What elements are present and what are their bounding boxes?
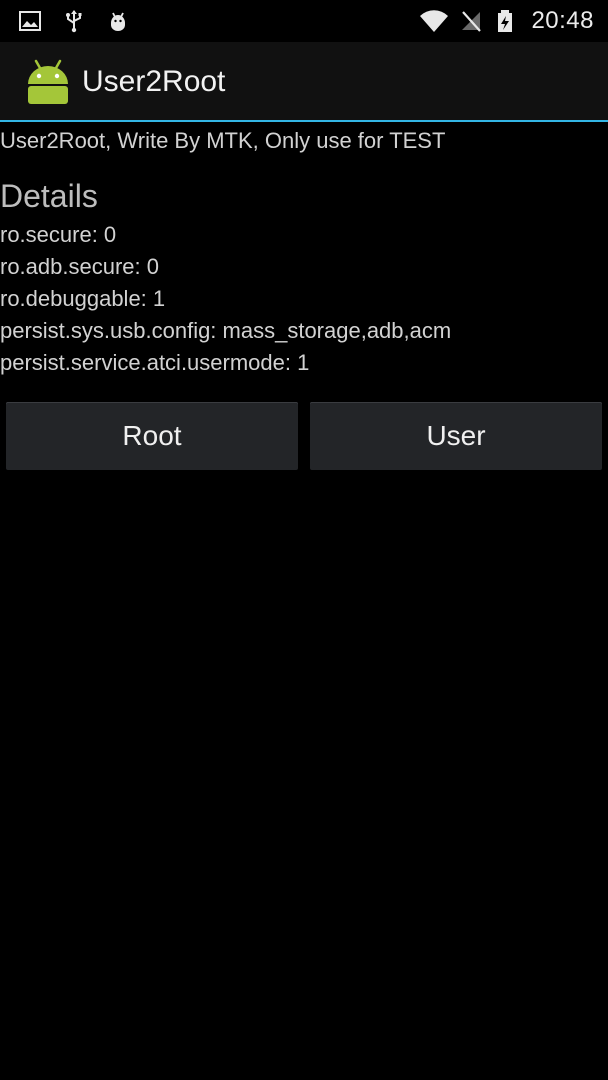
app-title: User2Root (82, 65, 226, 98)
status-time: 20:48 (531, 7, 594, 34)
android-debug-icon (111, 12, 125, 31)
usb-icon (66, 10, 82, 33)
property-ro-adb-secure: ro.adb.secure: 0 (0, 254, 159, 279)
property-atci-usermode: persist.service.atci.usermode: 1 (0, 350, 310, 375)
root-button[interactable]: Root (6, 402, 298, 470)
wifi-icon (420, 10, 449, 33)
android-robot-icon (28, 59, 68, 104)
status-bar-notifications (18, 6, 130, 36)
battery-icon (498, 10, 513, 32)
action-bar-divider (0, 120, 608, 122)
no-signal-icon (462, 11, 482, 32)
user-button[interactable]: User (310, 402, 602, 470)
status-bar: 20:48 (0, 0, 608, 42)
property-ro-secure: ro.secure: 0 (0, 222, 117, 247)
property-ro-debuggable: ro.debuggable: 1 (0, 286, 166, 311)
details-heading: Details (0, 178, 98, 214)
app-subtitle: User2Root, Write By MTK, Only use for TE… (0, 128, 446, 153)
status-bar-system: 20:48 (419, 6, 594, 36)
property-usb-config: persist.sys.usb.config: mass_storage,adb… (0, 318, 452, 343)
gallery-icon (19, 11, 41, 31)
